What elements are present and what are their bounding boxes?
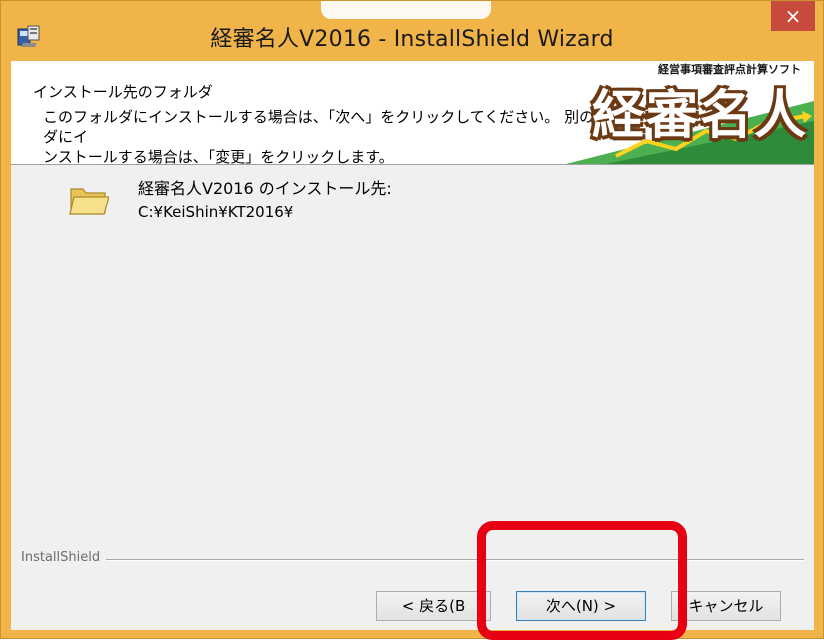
description-line-1: このフォルダにインストールする場合は、「次へ」をクリックしてください。 別のフォ… bbox=[43, 108, 640, 146]
next-button[interactable]: 次へ(N) > bbox=[516, 591, 646, 621]
wizard-header: インストール先のフォルダ このフォルダにインストールする場合は、「次へ」をクリッ… bbox=[11, 61, 814, 167]
page-title: インストール先のフォルダ bbox=[33, 83, 213, 101]
back-button[interactable]: < 戻る(B bbox=[376, 591, 491, 621]
branding-label: InstallShield bbox=[21, 550, 107, 565]
installshield-branding: InstallShield bbox=[11, 550, 814, 570]
title-bar[interactable]: 経審名人V2016 - InstallShield Wizard × bbox=[1, 1, 823, 61]
page-description: このフォルダにインストールする場合は、「次へ」をクリックしてください。 別のフォ… bbox=[43, 107, 643, 167]
destination-path: C:¥KeiShin¥KT2016¥ bbox=[138, 203, 294, 221]
title-glare bbox=[321, 1, 491, 19]
installer-window: 経審名人V2016 - InstallShield Wizard × インストー… bbox=[0, 0, 824, 640]
branding-divider bbox=[21, 559, 804, 561]
cancel-button[interactable]: キャンセル bbox=[671, 591, 781, 621]
product-banner: 経営事項審査評点計算ソフト 経審名人 bbox=[566, 61, 814, 164]
destination-label: 経審名人V2016 のインストール先: bbox=[138, 179, 392, 198]
banner-logo-text: 経審名人 bbox=[591, 86, 808, 146]
folder-icon bbox=[69, 188, 109, 215]
close-button[interactable]: × bbox=[771, 1, 815, 31]
wizard-client-area: インストール先のフォルダ このフォルダにインストールする場合は、「次へ」をクリッ… bbox=[11, 61, 814, 630]
description-line-2: ンストールする場合は、「変更」をクリックします。 bbox=[43, 148, 394, 166]
window-title: 経審名人V2016 - InstallShield Wizard bbox=[210, 27, 614, 52]
